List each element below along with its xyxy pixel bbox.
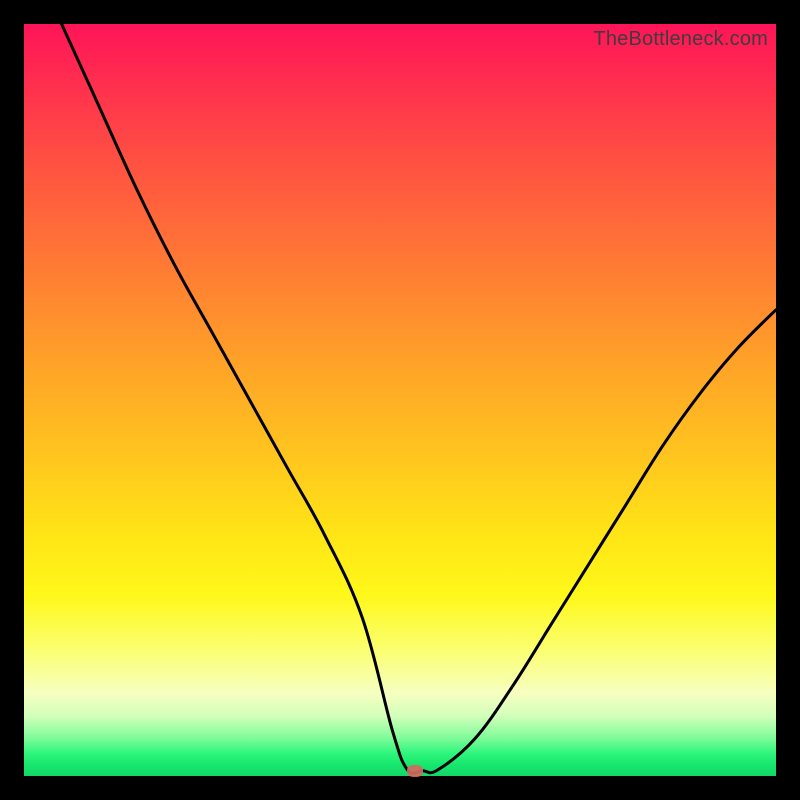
optimal-point-marker <box>407 765 423 777</box>
plot-area: TheBottleneck.com <box>24 24 776 776</box>
chart-container: TheBottleneck.com <box>0 0 800 800</box>
bottleneck-curve <box>24 24 776 776</box>
